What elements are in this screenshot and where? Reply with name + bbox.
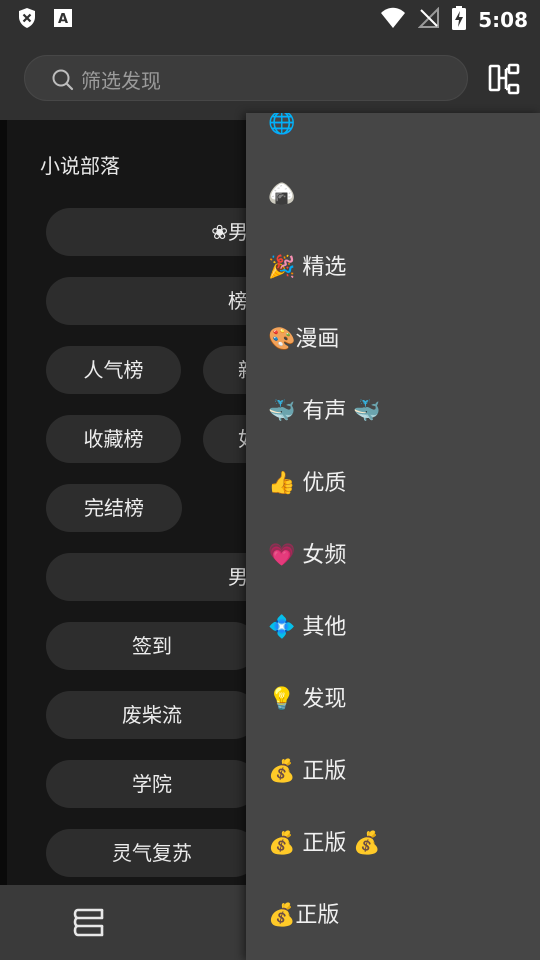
drawer-item-official-3[interactable]: 💰正版 xyxy=(268,893,339,933)
bookshelf-icon[interactable] xyxy=(72,907,108,943)
chip-spirit-revival[interactable]: 灵气复苏 xyxy=(46,829,258,877)
chip-checkin[interactable]: 签到 xyxy=(46,622,258,670)
chip-academy[interactable]: 学院 xyxy=(46,760,258,808)
status-time: 5:08 xyxy=(478,8,528,32)
battery-charging-icon xyxy=(452,6,467,34)
drawer-item-discover[interactable]: 💡 发现 xyxy=(268,677,346,717)
shield-x-icon xyxy=(16,7,38,33)
drawer-item-rice-ball[interactable]: 🍙 xyxy=(268,174,295,214)
search-icon xyxy=(51,68,75,96)
keyboard-a-icon: A xyxy=(52,7,74,33)
search-input[interactable]: 筛选发现 xyxy=(24,55,468,101)
section-title: 小说部落 xyxy=(40,154,120,178)
drawer-item-quality[interactable]: 👍 优质 xyxy=(268,461,346,501)
search-placeholder: 筛选发现 xyxy=(81,69,161,93)
layout-switch-icon[interactable] xyxy=(488,63,520,99)
category-drawer: 🌐 🍙 🎉 精选 🎨漫画 🐳 有声 🐳 👍 优质 💗 女频 💠 其他 💡 发现 … xyxy=(246,113,540,960)
drawer-item-other[interactable]: 💠 其他 xyxy=(268,605,346,645)
drawer-item-globe[interactable]: 🌐 xyxy=(268,113,295,143)
drawer-item-featured[interactable]: 🎉 精选 xyxy=(268,245,346,285)
left-edge xyxy=(0,120,7,885)
chip-favorite[interactable]: 收藏榜 xyxy=(46,415,181,463)
drawer-item-comics[interactable]: 🎨漫画 xyxy=(268,317,339,357)
chip-feichai[interactable]: 废柴流 xyxy=(46,691,258,739)
chip-completed[interactable]: 完结榜 xyxy=(46,484,182,532)
drawer-item-official-2[interactable]: 💰 正版 💰 xyxy=(268,821,381,861)
wifi-icon xyxy=(380,7,406,33)
drawer-item-female[interactable]: 💗 女频 xyxy=(268,533,346,573)
no-signal-icon xyxy=(417,6,440,33)
chip-popular[interactable]: 人气榜 xyxy=(46,346,181,394)
drawer-item-audio[interactable]: 🐳 有声 🐳 xyxy=(268,389,381,429)
status-bar: A 5:08 xyxy=(0,0,540,36)
app-header: 筛选发现 xyxy=(0,36,540,120)
svg-text:A: A xyxy=(58,12,68,27)
drawer-item-official-1[interactable]: 💰 正版 xyxy=(268,749,346,789)
